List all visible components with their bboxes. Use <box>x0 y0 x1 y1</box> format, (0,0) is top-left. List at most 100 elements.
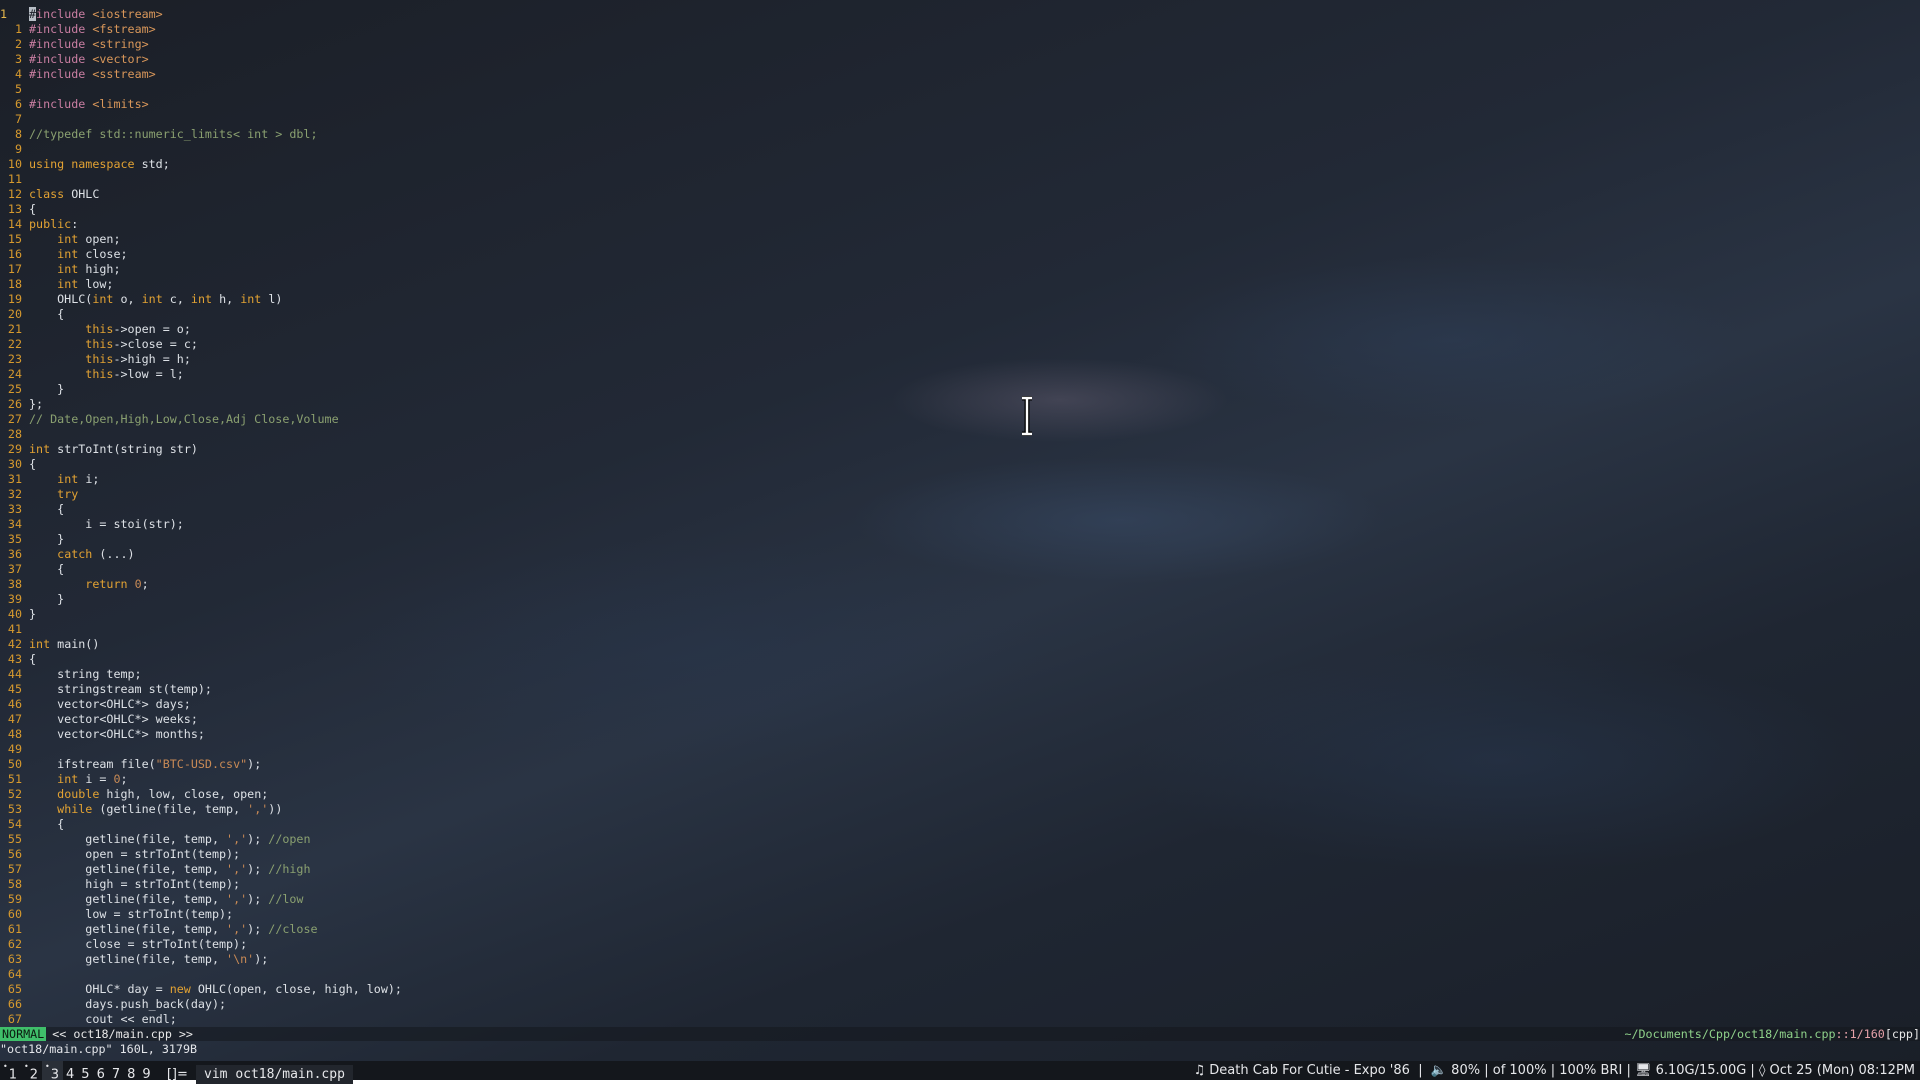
workspace-tag-5[interactable]: 5 <box>78 1065 93 1084</box>
line-number: 67 <box>7 1012 22 1026</box>
code-line[interactable]: 8 //typedef std::numeric_limits< int > db… <box>0 127 1920 142</box>
code-line[interactable]: 10 using namespace std; <box>0 157 1920 172</box>
vim-editor-buffer[interactable]: 1 #include <iostream> 1 #include <fstream> 2… <box>0 7 1920 1026</box>
code-line[interactable]: 46 vector<OHLC*> days; <box>0 697 1920 712</box>
code-token: int <box>57 247 79 261</box>
workspace-tag-8[interactable]: 8 <box>124 1065 139 1084</box>
code-text: using namespace std; <box>29 157 170 172</box>
code-line[interactable]: 37 { <box>0 562 1920 577</box>
code-token: while <box>57 802 93 816</box>
code-line[interactable]: 6 #include <limits> <box>0 97 1920 112</box>
code-token: // Date,Open,High,Low,Close,Adj Close,Vo… <box>29 412 339 426</box>
code-line[interactable]: 63 getline(file, temp, '\n'); <box>0 952 1920 967</box>
code-line[interactable]: 43 { <box>0 652 1920 667</box>
code-line[interactable]: 2 #include <string> <box>0 37 1920 52</box>
code-line[interactable]: 4 #include <sstream> <box>0 67 1920 82</box>
code-line[interactable]: 64 <box>0 967 1920 982</box>
vim-command-line[interactable]: "oct18/main.cpp" 160L, 3179B <box>0 1042 1920 1056</box>
code-line[interactable]: 29 int strToInt(string str) <box>0 442 1920 457</box>
code-line[interactable]: 54 { <box>0 817 1920 832</box>
code-line[interactable]: 52 double high, low, close, open; <box>0 787 1920 802</box>
code-line[interactable]: 44 string temp; <box>0 667 1920 682</box>
workspace-tag-1[interactable]: •1 <box>0 1061 21 1082</box>
code-text: while (getline(file, temp, ',')) <box>29 802 282 817</box>
code-token: getline(file, temp, <box>29 952 227 966</box>
code-line[interactable]: 3 #include <vector> <box>0 52 1920 67</box>
code-line[interactable]: 33 { <box>0 502 1920 517</box>
layout-indicator[interactable]: []= <box>167 1065 188 1084</box>
code-line[interactable]: 5 <box>0 82 1920 97</box>
code-line[interactable]: 35 } <box>0 532 1920 547</box>
code-line[interactable]: 38 return 0; <box>0 577 1920 592</box>
code-line[interactable]: 55 getline(file, temp, ','); //open <box>0 832 1920 847</box>
code-line[interactable]: 30 { <box>0 457 1920 472</box>
code-line[interactable]: 18 int low; <box>0 277 1920 292</box>
code-line[interactable]: 62 close = strToInt(temp); <box>0 937 1920 952</box>
workspace-tag-2[interactable]: •2 <box>21 1061 42 1082</box>
code-token: i = stoi(str); <box>29 517 184 531</box>
line-number: 8 <box>14 127 22 141</box>
code-line[interactable]: 19 OHLC(int o, int c, int h, int l) <box>0 292 1920 307</box>
code-line[interactable]: 27 // Date,Open,High,Low,Close,Adj Close,… <box>0 412 1920 427</box>
code-line[interactable]: 50 ifstream file("BTC-USD.csv"); <box>0 757 1920 772</box>
line-number: 39 <box>7 592 22 606</box>
code-line[interactable]: 39 } <box>0 592 1920 607</box>
code-line[interactable]: 31 int i; <box>0 472 1920 487</box>
code-line[interactable]: 20 { <box>0 307 1920 322</box>
cursor-position: ::1/160 <box>1835 1027 1885 1041</box>
code-text: open = strToInt(temp); <box>29 847 240 862</box>
code-line[interactable]: 59 getline(file, temp, ','); //low <box>0 892 1920 907</box>
code-line[interactable]: 48 vector<OHLC*> months; <box>0 727 1920 742</box>
code-line[interactable]: 60 low = strToInt(temp); <box>0 907 1920 922</box>
code-line[interactable]: 21 this->open = o; <box>0 322 1920 337</box>
code-line[interactable]: 26}; <box>0 397 1920 412</box>
code-line[interactable]: 41 <box>0 622 1920 637</box>
code-line[interactable]: 32 try <box>0 487 1920 502</box>
code-line[interactable]: 67 cout << endl; <box>0 1012 1920 1026</box>
code-line[interactable]: 15 int open; <box>0 232 1920 247</box>
code-line[interactable]: 28 <box>0 427 1920 442</box>
code-token: } <box>29 607 37 621</box>
code-token: ); <box>247 757 262 771</box>
code-line[interactable]: 51 int i = 0; <box>0 772 1920 787</box>
code-line[interactable]: 66 days.push_back(day); <box>0 997 1920 1012</box>
workspace-tag-4[interactable]: 4 <box>63 1065 78 1084</box>
workspace-tag-9[interactable]: 9 <box>139 1065 154 1084</box>
code-line[interactable]: 12 class OHLC <box>0 187 1920 202</box>
code-line[interactable]: 24 this->low = l; <box>0 367 1920 382</box>
code-line[interactable]: 40} <box>0 607 1920 622</box>
code-line[interactable]: 17 int high; <box>0 262 1920 277</box>
code-line[interactable]: 47 vector<OHLC*> weeks; <box>0 712 1920 727</box>
code-line[interactable]: 9 <box>0 142 1920 157</box>
code-line[interactable]: 1 #include <iostream> <box>0 7 1920 22</box>
code-text: int strToInt(string str) <box>29 442 198 457</box>
code-token: int <box>57 472 79 486</box>
workspace-tag-3[interactable]: •3 <box>42 1061 63 1082</box>
code-line[interactable]: 14 public: <box>0 217 1920 232</box>
code-line[interactable]: 53 while (getline(file, temp, ',')) <box>0 802 1920 817</box>
code-line[interactable]: 25 } <box>0 382 1920 397</box>
code-line[interactable]: 23 this->high = h; <box>0 352 1920 367</box>
code-text: stringstream st(temp); <box>29 682 212 697</box>
code-line[interactable]: 13 { <box>0 202 1920 217</box>
code-line[interactable]: 22 this->close = c; <box>0 337 1920 352</box>
code-line[interactable]: 34 i = stoi(str); <box>0 517 1920 532</box>
code-line[interactable]: 11 <box>0 172 1920 187</box>
line-number: 32 <box>7 487 22 501</box>
code-line[interactable]: 16 int close; <box>0 247 1920 262</box>
code-line[interactable]: 49 <box>0 742 1920 757</box>
code-line[interactable]: 42 int main() <box>0 637 1920 652</box>
code-line[interactable]: 1 #include <fstream> <box>0 22 1920 37</box>
line-number: 48 <box>7 727 22 741</box>
code-line[interactable]: 36 catch (...) <box>0 547 1920 562</box>
code-line[interactable]: 7 <box>0 112 1920 127</box>
code-line[interactable]: 61 getline(file, temp, ','); //close <box>0 922 1920 937</box>
code-line[interactable]: 58 high = strToInt(temp); <box>0 877 1920 892</box>
code-line[interactable]: 45 stringstream st(temp); <box>0 682 1920 697</box>
code-line[interactable]: 65 OHLC* day = new OHLC(open, close, hig… <box>0 982 1920 997</box>
code-line[interactable]: 57 getline(file, temp, ','); //high <box>0 862 1920 877</box>
workspace-tag-7[interactable]: 7 <box>109 1065 124 1084</box>
workspace-label: 5 <box>81 1067 90 1083</box>
code-line[interactable]: 56 open = strToInt(temp); <box>0 847 1920 862</box>
workspace-tag-6[interactable]: 6 <box>94 1065 109 1084</box>
